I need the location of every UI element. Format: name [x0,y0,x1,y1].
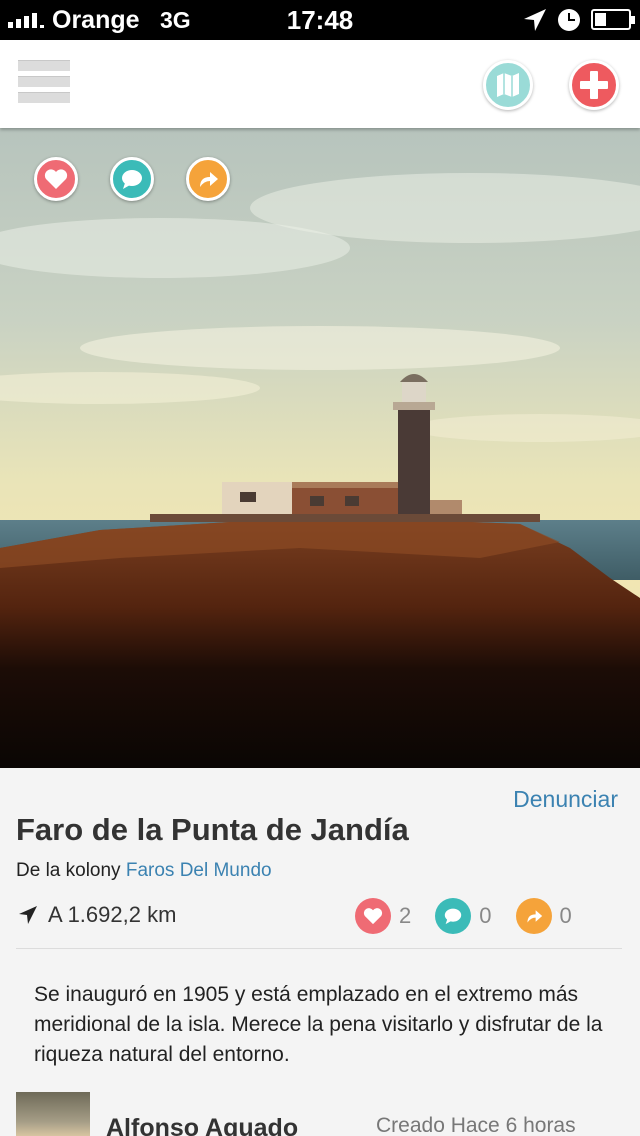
comments-stat: 0 [435,898,492,934]
author-name[interactable]: Alfonso Aguado [106,1114,298,1136]
divider [16,948,622,949]
shares-stat: 0 [515,898,572,934]
distance-row: A 1.692,2 km [18,902,176,928]
distance-label: A 1.692,2 km [48,902,177,927]
report-link[interactable]: Denunciar [513,786,618,813]
share-icon[interactable] [515,898,552,934]
lighthouse-photo [0,128,640,768]
map-icon[interactable] [483,60,533,110]
avatar[interactable] [16,1092,90,1136]
hamburger-menu-icon[interactable] [18,60,70,104]
shares-count: 0 [559,903,572,928]
kolony-line: De la kolony Faros Del Mundo [16,860,272,882]
place-details: Denunciar Faro de la Punta de Jandía De … [0,768,640,1136]
kolony-link[interactable]: Faros Del Mundo [126,860,272,881]
comment-bubble-icon[interactable] [110,157,154,201]
heart-icon[interactable] [355,898,391,934]
status-bar: Orange 3G 17:48 [0,0,640,40]
comment-icon[interactable] [435,898,472,934]
comments-count: 0 [479,903,492,928]
stats-row: 2 0 0 [355,898,596,934]
alarm-clock-icon [558,9,580,31]
created-time: Creado Hace 6 horas [376,1114,576,1136]
battery-icon [591,9,635,30]
place-title: Faro de la Punta de Jandía [16,812,409,847]
add-plus-icon[interactable] [569,60,619,110]
likes-stat: 2 [355,898,411,934]
photo-actions [34,157,230,201]
author-row: Alfonso Aguado Creado Hace 6 horas [0,1092,640,1136]
likes-count: 2 [399,903,412,928]
share-arrow-icon[interactable] [186,157,230,201]
location-arrow-icon [524,9,546,31]
kolony-prefix: De la kolony [16,860,121,881]
location-arrow-icon [19,906,37,924]
place-description: Se inauguró en 1905 y está emplazado en … [34,983,603,1066]
like-heart-icon[interactable] [34,157,78,201]
nav-bar [0,40,640,128]
